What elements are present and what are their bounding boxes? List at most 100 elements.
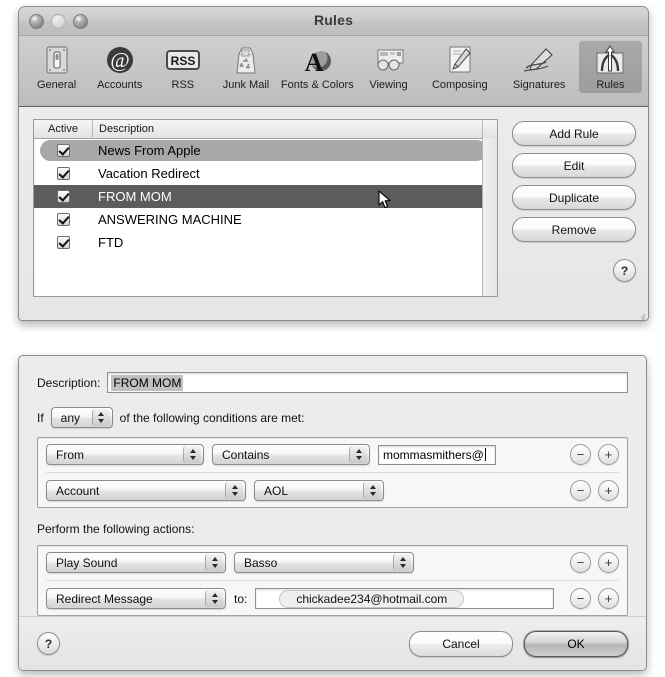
condition-account-value: AOL: [264, 483, 289, 498]
condition-field-select[interactable]: From: [46, 444, 204, 465]
checkbox-checked-icon[interactable]: [56, 236, 70, 249]
toolbar-label-signatures: Signatures: [512, 79, 566, 91]
condition-value-input[interactable]: mommasmithers@: [378, 444, 496, 465]
window-titlebar: Rules: [19, 7, 648, 36]
toolbar-item-fonts-colors[interactable]: A Fonts & Colors: [278, 40, 357, 93]
toolbar-label-general: General: [37, 79, 77, 91]
rules-actions-column: Add Rule Edit Duplicate Remove ?: [512, 119, 636, 320]
text-caret: [484, 448, 486, 461]
rule-editor-dialog: Description: FROM MOM If any of the foll…: [18, 355, 647, 671]
row-active-cell[interactable]: [34, 213, 92, 226]
table-row[interactable]: FROM MOM: [34, 185, 497, 208]
stepper-arrows-icon: [205, 590, 223, 607]
toolbar-item-rss[interactable]: RSS RSS: [151, 40, 214, 93]
stepper-arrows-icon: [91, 409, 110, 426]
condition-field-select[interactable]: Account: [46, 480, 246, 501]
row-controls: − +: [562, 588, 619, 609]
svg-text:@: @: [110, 48, 129, 72]
resize-grip[interactable]: [632, 310, 646, 320]
remove-button[interactable]: Remove: [512, 217, 636, 242]
column-header-description[interactable]: Description: [93, 120, 482, 138]
remove-condition-button[interactable]: −: [570, 444, 591, 465]
rules-list-rows: News From Apple Vacation Redirect FROM M…: [34, 139, 497, 254]
svg-text:RSS: RSS: [171, 54, 196, 68]
condition-operator-select[interactable]: Contains: [212, 444, 370, 465]
toolbar-label-viewing: Viewing: [369, 79, 408, 91]
svg-text:A: A: [305, 48, 324, 75]
stepper-arrows-icon: [225, 482, 243, 499]
edit-button[interactable]: Edit: [512, 153, 636, 178]
condition-row: From Contains mommasmithers@ − +: [46, 444, 619, 465]
description-input[interactable]: FROM MOM: [107, 372, 628, 393]
toolbar-item-composing[interactable]: Composing: [420, 40, 499, 93]
arrows-funnel-icon: [594, 43, 626, 77]
trash-bag-icon: [232, 43, 260, 77]
table-row[interactable]: FTD: [34, 231, 497, 254]
vertical-scrollbar[interactable]: [482, 138, 497, 296]
toolbar-item-accounts[interactable]: @ Accounts: [88, 40, 151, 93]
toolbar-label-rss: RSS: [171, 79, 195, 91]
row-description: FTD: [98, 235, 124, 250]
row-active-cell[interactable]: [34, 236, 92, 249]
action-type-select[interactable]: Play Sound: [46, 552, 226, 573]
fountain-pen-icon: [522, 43, 556, 77]
toolbar-item-viewing[interactable]: Viewing: [357, 40, 420, 93]
toolbar-item-rules[interactable]: Rules: [578, 40, 642, 93]
address-token: chickadee234@hotmail.com: [279, 589, 465, 608]
match-mode-select[interactable]: any: [50, 407, 113, 428]
rules-list-header: Active Description: [34, 120, 497, 139]
action-sound-select[interactable]: Basso: [234, 552, 414, 573]
row-active-cell[interactable]: [34, 190, 92, 203]
window-title: Rules: [313, 12, 354, 28]
add-condition-button[interactable]: +: [598, 480, 619, 501]
toolbar-item-general[interactable]: General: [25, 40, 88, 93]
action-sound-value: Basso: [244, 555, 278, 570]
help-row: ?: [512, 259, 636, 282]
condition-account-select[interactable]: AOL: [254, 480, 384, 501]
checkbox-checked-icon[interactable]: [56, 190, 70, 203]
action-type-select[interactable]: Redirect Message: [46, 588, 226, 609]
screen: Rules General @ Accounts RSS RSS Junk Ma…: [0, 0, 665, 677]
add-action-button[interactable]: +: [598, 588, 619, 609]
help-button[interactable]: ?: [37, 632, 60, 655]
toolbar-label-junk-mail: Junk Mail: [222, 79, 270, 91]
row-active-cell[interactable]: [34, 167, 92, 180]
description-label: Description:: [37, 375, 101, 390]
table-row[interactable]: News From Apple: [34, 139, 497, 162]
stepper-arrows-icon: [393, 554, 411, 571]
cancel-button[interactable]: Cancel: [409, 630, 513, 657]
condition-operator-value: Contains: [222, 447, 270, 462]
table-row[interactable]: ANSWERING MACHINE: [34, 208, 497, 231]
remove-action-button[interactable]: −: [570, 588, 591, 609]
table-row[interactable]: Vacation Redirect: [34, 162, 497, 185]
action-row: Redirect Message to: chickadee234@hotmai…: [46, 580, 619, 609]
rules-list[interactable]: Active Description News From Apple Vacat…: [33, 119, 498, 297]
dialog-footer: ? Cancel OK: [19, 616, 646, 670]
duplicate-button[interactable]: Duplicate: [512, 185, 636, 210]
checkbox-checked-icon[interactable]: [56, 144, 70, 157]
stepper-arrows-icon: [349, 446, 367, 463]
add-condition-button[interactable]: +: [598, 444, 619, 465]
add-rule-button[interactable]: Add Rule: [512, 121, 636, 146]
toolbar-item-signatures[interactable]: Signatures: [499, 40, 578, 93]
checkbox-checked-icon[interactable]: [56, 167, 70, 180]
switch-plate-icon: [43, 43, 71, 77]
redirect-address-input[interactable]: chickadee234@hotmail.com: [255, 588, 554, 609]
toolbar-label-accounts: Accounts: [97, 79, 143, 91]
action-type-value: Play Sound: [56, 555, 118, 570]
column-header-active[interactable]: Active: [34, 120, 93, 138]
row-active-cell[interactable]: [34, 144, 92, 157]
toolbar-item-junk-mail[interactable]: Junk Mail: [214, 40, 277, 93]
redirect-to-label: to:: [234, 591, 248, 606]
remove-action-button[interactable]: −: [570, 552, 591, 573]
checkbox-checked-icon[interactable]: [56, 213, 70, 226]
condition-value-text: mommasmithers@: [383, 447, 484, 462]
ok-button[interactable]: OK: [524, 630, 628, 657]
at-sign-icon: @: [105, 43, 135, 77]
help-button[interactable]: ?: [613, 259, 636, 282]
actions-label: Perform the following actions:: [37, 522, 195, 536]
row-description: Vacation Redirect: [98, 166, 200, 181]
remove-condition-button[interactable]: −: [570, 480, 591, 501]
row-description: News From Apple: [98, 143, 201, 158]
add-action-button[interactable]: +: [598, 552, 619, 573]
